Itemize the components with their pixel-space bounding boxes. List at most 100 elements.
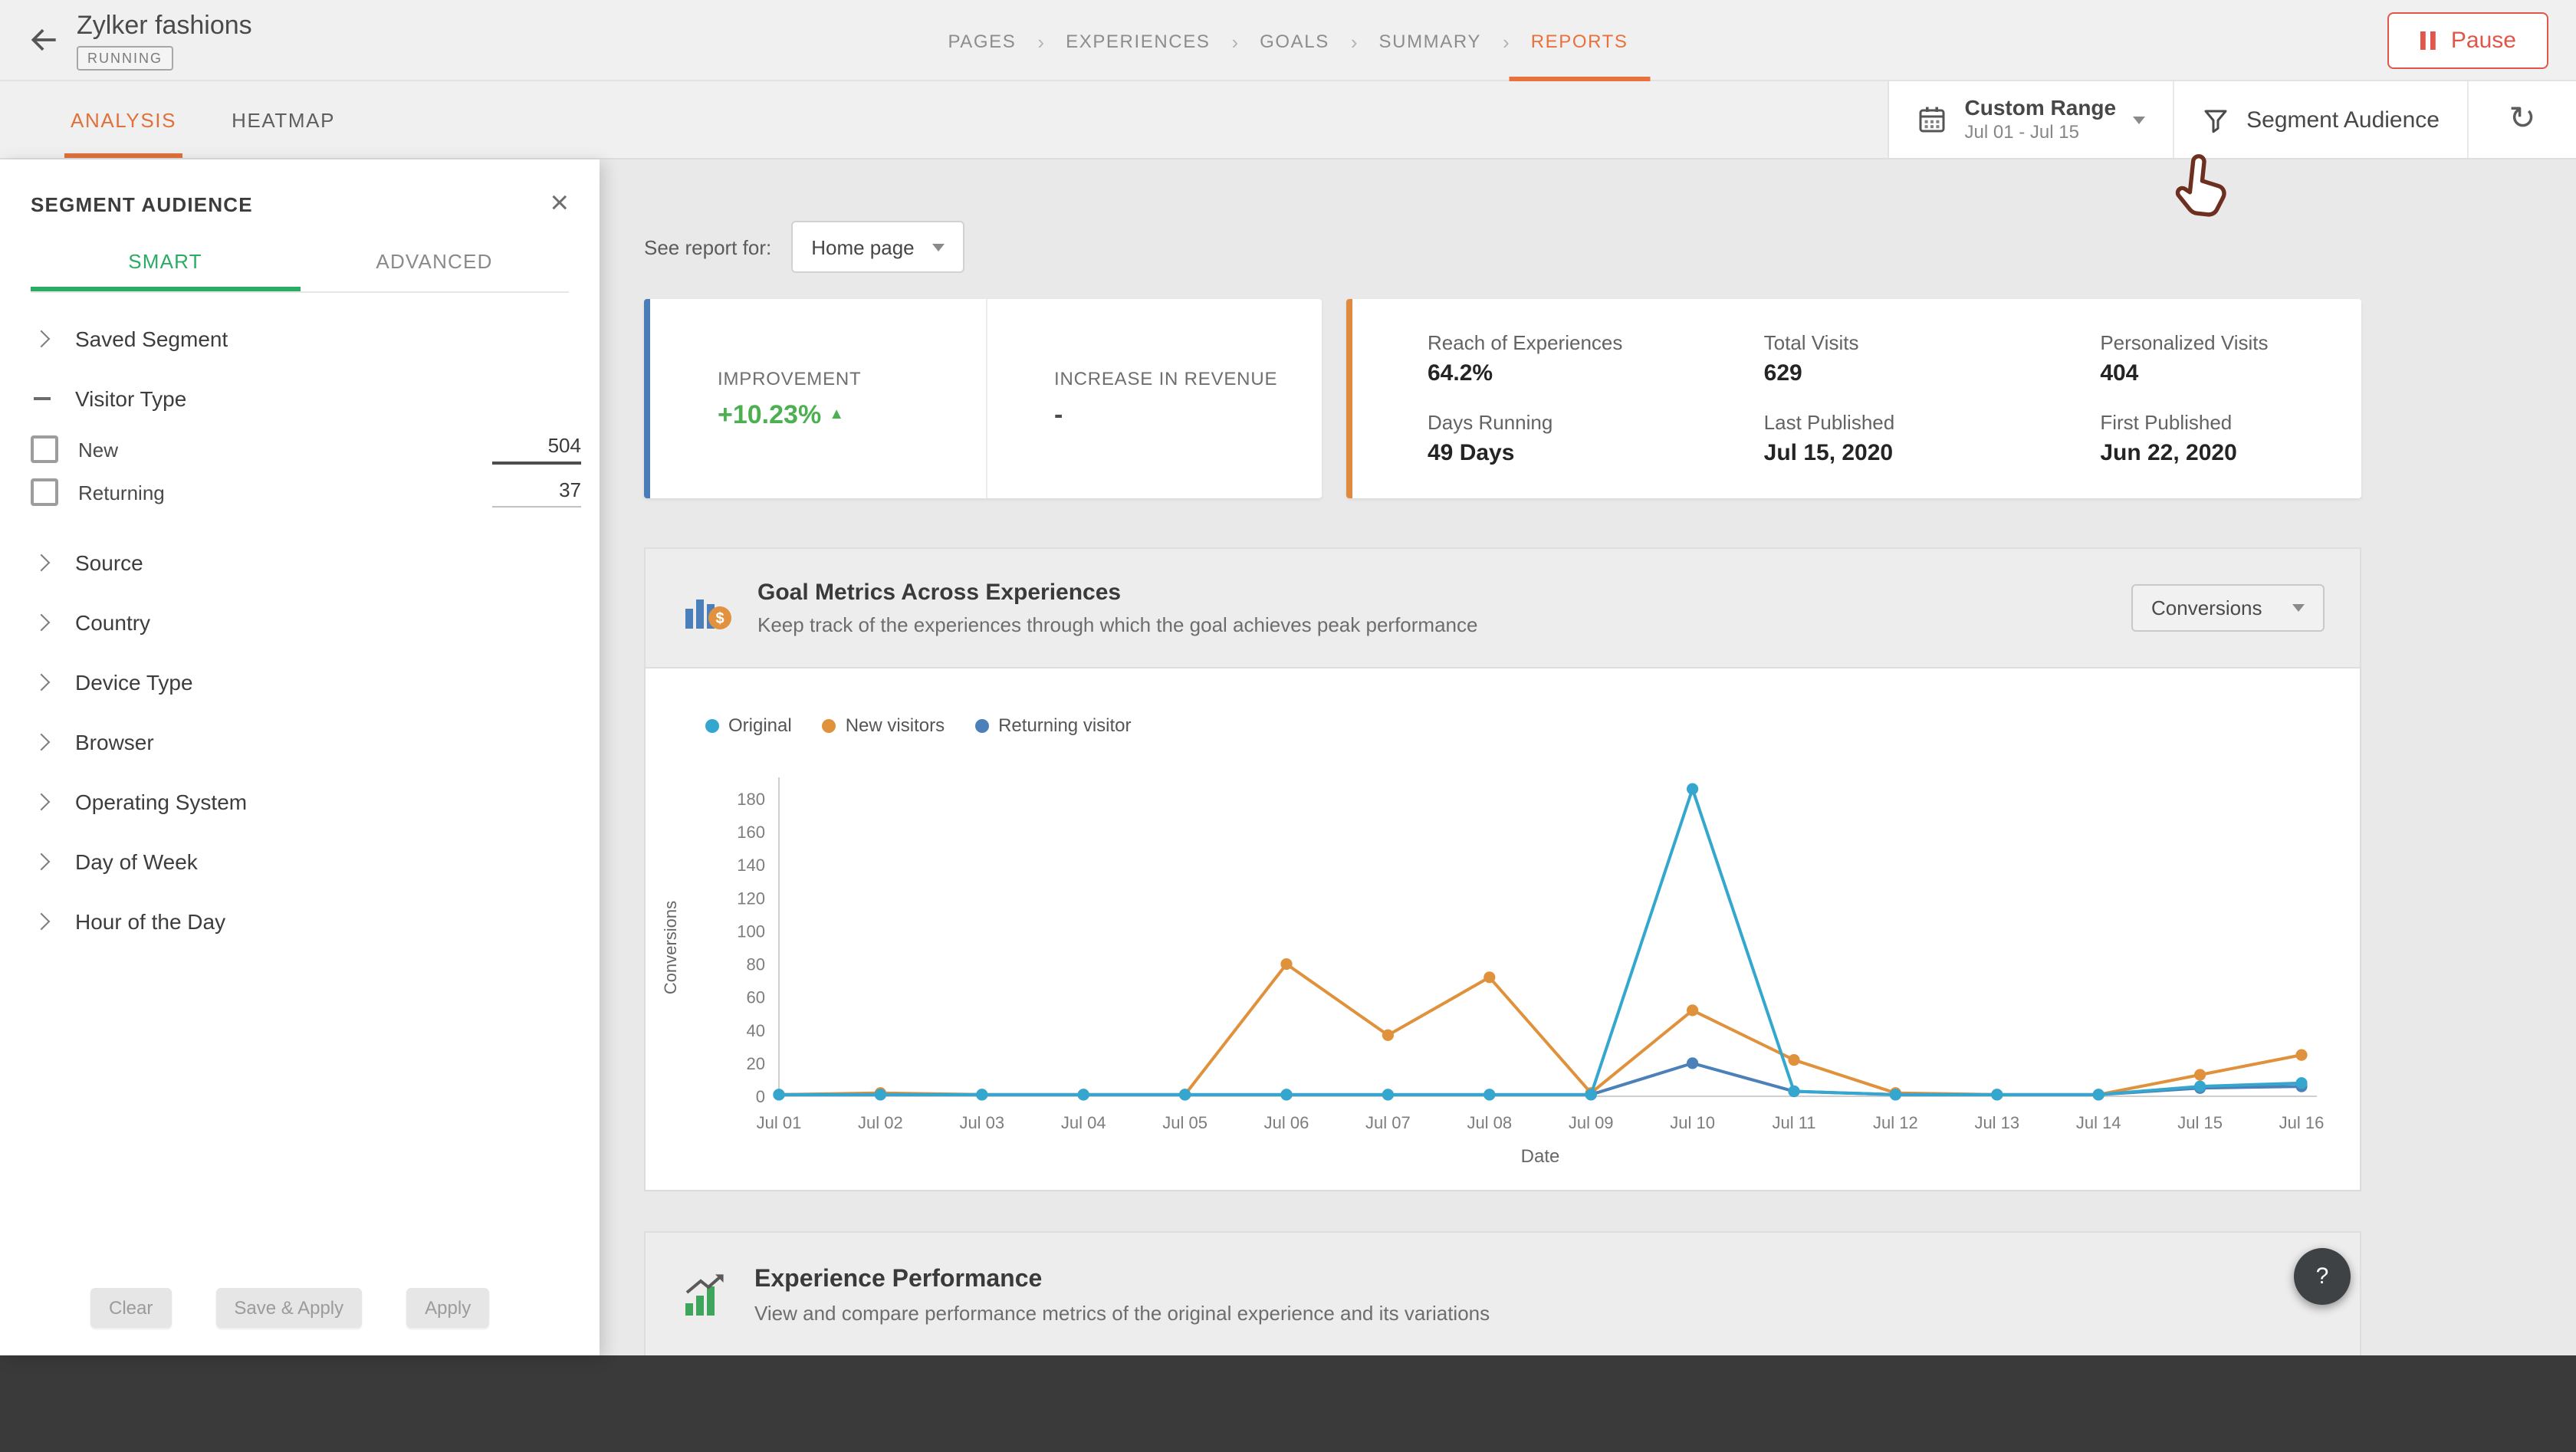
- segment-panel-title: SEGMENT AUDIENCE: [31, 192, 253, 215]
- tab-heatmap[interactable]: HEATMAP: [225, 81, 341, 158]
- segment-item-day-of-week[interactable]: Day of Week: [0, 831, 600, 891]
- chart-point: [1382, 1089, 1394, 1100]
- segment-item-hour-of-day[interactable]: Hour of the Day: [0, 891, 600, 951]
- breadcrumb-summary[interactable]: SUMMARY: [1358, 0, 1503, 81]
- close-icon[interactable]: ×: [550, 190, 569, 218]
- goal-metrics-header: $ Goal Metrics Across Experiences Keep t…: [644, 547, 2361, 669]
- breadcrumb-goals[interactable]: GOALS: [1238, 0, 1351, 81]
- breadcrumb: PAGES › EXPERIENCES › GOALS › SUMMARY › …: [926, 0, 1649, 81]
- breadcrumb-separator-icon: ›: [1231, 0, 1238, 81]
- apply-button[interactable]: Apply: [406, 1288, 489, 1328]
- svg-text:Jul 02: Jul 02: [858, 1113, 903, 1132]
- svg-text:80: 80: [747, 955, 765, 974]
- segment-audience-panel: SEGMENT AUDIENCE × SMART ADVANCED Saved …: [0, 159, 600, 1355]
- segment-item-visitor-type[interactable]: Visitor Type: [0, 368, 600, 428]
- save-apply-button[interactable]: Save & Apply: [215, 1288, 362, 1328]
- conversions-chart-container: OriginalNew visitorsReturning visitor 02…: [644, 669, 2361, 1191]
- date-range-value: Jul 01 - Jul 15: [1965, 120, 2117, 143]
- segment-list: Saved Segment Visitor Type New 504 Retur…: [0, 293, 600, 951]
- page-selector-value: Home page: [811, 235, 914, 258]
- chart-point: [1687, 783, 1698, 794]
- visitor-new-count-input[interactable]: 504: [492, 434, 581, 465]
- svg-text:Jul 01: Jul 01: [757, 1113, 802, 1132]
- chart-point: [1687, 1057, 1698, 1069]
- experience-performance-section: Experience Performance View and compare …: [644, 1231, 2361, 1360]
- refresh-button[interactable]: ↻: [2469, 81, 2576, 158]
- segment-item-operating-system[interactable]: Operating System: [0, 771, 600, 831]
- segment-item-country[interactable]: Country: [0, 592, 600, 652]
- pause-button[interactable]: Pause: [2388, 11, 2548, 68]
- segment-item-saved-segment[interactable]: Saved Segment: [0, 308, 600, 368]
- chevron-right-icon: [31, 556, 52, 568]
- kpi-column-2: Total Visits 629 Last Published Jul 15, …: [1689, 331, 2026, 466]
- help-button[interactable]: ?: [2294, 1248, 2351, 1305]
- svg-text:Jul 12: Jul 12: [1873, 1113, 1918, 1132]
- chart-legend: Original New visitors Returning visitor: [705, 715, 1132, 736]
- revenue-value: -: [1054, 399, 1322, 430]
- chevron-right-icon: [31, 735, 52, 747]
- segment-audience-label: Segment Audience: [2246, 107, 2440, 133]
- clear-button[interactable]: Clear: [90, 1288, 171, 1328]
- kpi-card: Reach of Experiences 64.2% Days Running …: [1346, 299, 2361, 498]
- chart-point: [875, 1089, 886, 1100]
- chart-series-original: [779, 789, 2302, 1095]
- experience-performance-icon: [681, 1271, 730, 1320]
- page-selector-dropdown[interactable]: Home page: [791, 221, 964, 273]
- svg-text:100: 100: [737, 921, 765, 941]
- kpi-days-running: Days Running 49 Days: [1428, 411, 1689, 466]
- visitor-returning-count-input[interactable]: 37: [492, 478, 581, 507]
- experience-performance-subtitle: View and compare performance metrics of …: [754, 1302, 1490, 1325]
- tab-smart[interactable]: SMART: [31, 233, 300, 291]
- metric-selector-dropdown[interactable]: Conversions: [2131, 584, 2325, 632]
- legend-label: Original: [728, 715, 792, 736]
- breadcrumb-reports[interactable]: REPORTS: [1510, 0, 1650, 81]
- chevron-right-icon: [31, 795, 52, 807]
- segment-panel-header: SEGMENT AUDIENCE ×: [0, 159, 600, 233]
- goal-metrics-title: Goal Metrics Across Experiences: [757, 580, 1477, 606]
- svg-text:Jul 06: Jul 06: [1264, 1113, 1309, 1132]
- visitor-option-new[interactable]: New 504: [0, 428, 600, 471]
- checkbox-new[interactable]: [31, 435, 58, 463]
- segment-item-source[interactable]: Source: [0, 532, 600, 592]
- legend-dot-icon: [705, 718, 719, 732]
- svg-text:Jul 15: Jul 15: [2177, 1113, 2223, 1132]
- report-toolbar: ANALYSIS HEATMAP Custom Range Jul 01 - J…: [0, 81, 2576, 159]
- svg-text:Date: Date: [1521, 1146, 1560, 1167]
- goal-metrics-section: $ Goal Metrics Across Experiences Keep t…: [644, 547, 2361, 1191]
- tab-advanced[interactable]: ADVANCED: [300, 233, 569, 291]
- date-range-picker[interactable]: Custom Range Jul 01 - Jul 15: [1890, 81, 2175, 158]
- calendar-icon: [1917, 104, 1948, 135]
- svg-text:Jul 04: Jul 04: [1061, 1113, 1106, 1132]
- legend-item-new-visitors[interactable]: New visitors: [823, 715, 945, 736]
- svg-text:Jul 11: Jul 11: [1772, 1113, 1815, 1132]
- kpi-last-published: Last Published Jul 15, 2020: [1764, 411, 2026, 466]
- chart-point: [773, 1089, 784, 1100]
- chart-point: [1280, 1089, 1292, 1100]
- kpi-total-visits: Total Visits 629: [1764, 331, 2026, 386]
- filter-icon: [2202, 106, 2229, 133]
- chart-point: [2194, 1080, 2206, 1092]
- breadcrumb-separator-icon: ›: [1351, 0, 1358, 81]
- breadcrumb-pages[interactable]: PAGES: [926, 0, 1037, 81]
- chart-point: [1484, 971, 1495, 983]
- segment-item-browser[interactable]: Browser: [0, 711, 600, 771]
- checkbox-returning[interactable]: [31, 478, 58, 506]
- tab-analysis[interactable]: ANALYSIS: [64, 81, 182, 158]
- legend-item-returning-visitor[interactable]: Returning visitor: [975, 715, 1131, 736]
- breadcrumb-separator-icon: ›: [1503, 0, 1510, 81]
- back-button[interactable]: [18, 14, 71, 66]
- segment-item-device-type[interactable]: Device Type: [0, 652, 600, 711]
- svg-text:Jul 09: Jul 09: [1569, 1113, 1614, 1132]
- revenue-stat: INCREASE IN REVENUE -: [987, 299, 1322, 498]
- legend-item-original[interactable]: Original: [705, 715, 792, 736]
- chart-point: [1788, 1054, 1799, 1066]
- improvement-value: +10.23% ▲: [718, 399, 985, 430]
- improvement-card: IMPROVEMENT +10.23% ▲ INCREASE IN REVENU…: [644, 299, 1322, 498]
- chart-point: [1179, 1089, 1191, 1100]
- breadcrumb-experiences[interactable]: EXPERIENCES: [1044, 0, 1231, 81]
- segment-audience-button[interactable]: Segment Audience: [2174, 81, 2469, 158]
- experience-performance-title: Experience Performance: [754, 1266, 1490, 1294]
- svg-text:Jul 14: Jul 14: [2076, 1113, 2121, 1132]
- visitor-option-returning[interactable]: Returning 37: [0, 471, 600, 514]
- svg-text:160: 160: [737, 823, 765, 842]
